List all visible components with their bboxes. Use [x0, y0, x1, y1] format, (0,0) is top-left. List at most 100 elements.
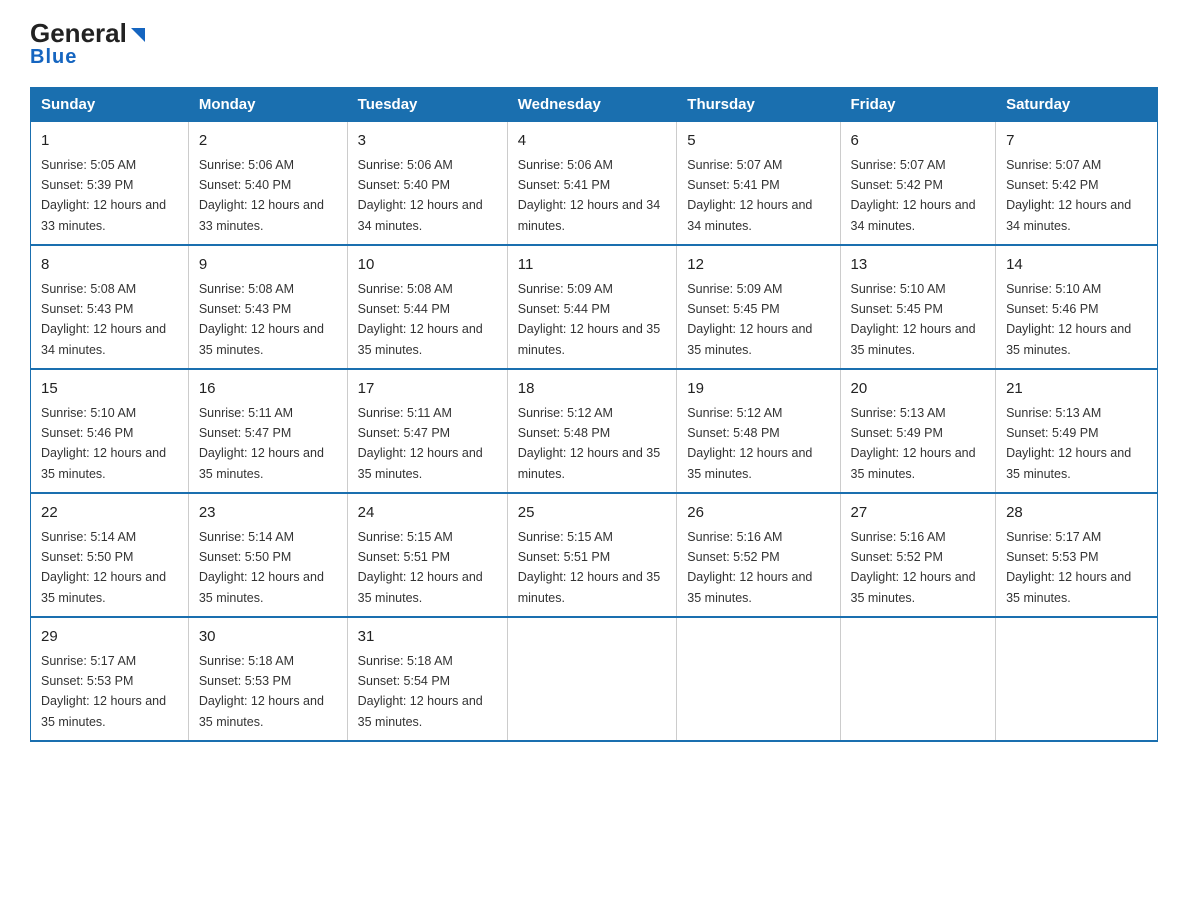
- calendar-cell: 4 Sunrise: 5:06 AMSunset: 5:41 PMDayligh…: [507, 122, 677, 246]
- day-info: Sunrise: 5:18 AMSunset: 5:53 PMDaylight:…: [199, 654, 324, 729]
- day-info: Sunrise: 5:06 AMSunset: 5:40 PMDaylight:…: [199, 158, 324, 233]
- day-info: Sunrise: 5:06 AMSunset: 5:41 PMDaylight:…: [518, 158, 660, 233]
- header-saturday: Saturday: [996, 88, 1158, 122]
- calendar-cell: 14 Sunrise: 5:10 AMSunset: 5:46 PMDaylig…: [996, 245, 1158, 369]
- day-number: 3: [358, 130, 497, 153]
- day-info: Sunrise: 5:12 AMSunset: 5:48 PMDaylight:…: [687, 406, 812, 481]
- day-info: Sunrise: 5:15 AMSunset: 5:51 PMDaylight:…: [518, 530, 660, 605]
- day-info: Sunrise: 5:13 AMSunset: 5:49 PMDaylight:…: [851, 406, 976, 481]
- day-info: Sunrise: 5:06 AMSunset: 5:40 PMDaylight:…: [358, 158, 483, 233]
- day-number: 23: [199, 502, 337, 525]
- day-info: Sunrise: 5:14 AMSunset: 5:50 PMDaylight:…: [41, 530, 166, 605]
- calendar-cell: 17 Sunrise: 5:11 AMSunset: 5:47 PMDaylig…: [347, 369, 507, 493]
- calendar-cell: [840, 617, 996, 741]
- day-number: 26: [687, 502, 829, 525]
- logo-blue-text: Blue: [30, 46, 77, 68]
- header-thursday: Thursday: [677, 88, 840, 122]
- header-monday: Monday: [188, 88, 347, 122]
- day-number: 4: [518, 130, 667, 153]
- calendar-cell: 5 Sunrise: 5:07 AMSunset: 5:41 PMDayligh…: [677, 122, 840, 246]
- day-number: 11: [518, 254, 667, 277]
- header-wednesday: Wednesday: [507, 88, 677, 122]
- day-number: 5: [687, 130, 829, 153]
- day-info: Sunrise: 5:18 AMSunset: 5:54 PMDaylight:…: [358, 654, 483, 729]
- calendar-cell: 7 Sunrise: 5:07 AMSunset: 5:42 PMDayligh…: [996, 122, 1158, 246]
- day-number: 16: [199, 378, 337, 401]
- logo: General Blue: [30, 20, 145, 69]
- day-number: 12: [687, 254, 829, 277]
- calendar-cell: 18 Sunrise: 5:12 AMSunset: 5:48 PMDaylig…: [507, 369, 677, 493]
- calendar-week-row: 29 Sunrise: 5:17 AMSunset: 5:53 PMDaylig…: [31, 617, 1158, 741]
- logo-triangle-icon: [127, 24, 145, 42]
- calendar-cell: 16 Sunrise: 5:11 AMSunset: 5:47 PMDaylig…: [188, 369, 347, 493]
- calendar-week-row: 8 Sunrise: 5:08 AMSunset: 5:43 PMDayligh…: [31, 245, 1158, 369]
- day-number: 13: [851, 254, 986, 277]
- calendar-cell: 30 Sunrise: 5:18 AMSunset: 5:53 PMDaylig…: [188, 617, 347, 741]
- calendar-cell: 6 Sunrise: 5:07 AMSunset: 5:42 PMDayligh…: [840, 122, 996, 246]
- calendar-cell: 28 Sunrise: 5:17 AMSunset: 5:53 PMDaylig…: [996, 493, 1158, 617]
- calendar-header-row: SundayMondayTuesdayWednesdayThursdayFrid…: [31, 88, 1158, 122]
- calendar-cell: 8 Sunrise: 5:08 AMSunset: 5:43 PMDayligh…: [31, 245, 189, 369]
- calendar-week-row: 1 Sunrise: 5:05 AMSunset: 5:39 PMDayligh…: [31, 122, 1158, 246]
- day-number: 8: [41, 254, 178, 277]
- calendar-cell: 20 Sunrise: 5:13 AMSunset: 5:49 PMDaylig…: [840, 369, 996, 493]
- day-number: 24: [358, 502, 497, 525]
- calendar-cell: 29 Sunrise: 5:17 AMSunset: 5:53 PMDaylig…: [31, 617, 189, 741]
- day-info: Sunrise: 5:12 AMSunset: 5:48 PMDaylight:…: [518, 406, 660, 481]
- calendar-cell: 3 Sunrise: 5:06 AMSunset: 5:40 PMDayligh…: [347, 122, 507, 246]
- day-info: Sunrise: 5:07 AMSunset: 5:42 PMDaylight:…: [1006, 158, 1131, 233]
- day-number: 28: [1006, 502, 1147, 525]
- day-info: Sunrise: 5:08 AMSunset: 5:44 PMDaylight:…: [358, 282, 483, 357]
- day-number: 2: [199, 130, 337, 153]
- day-number: 27: [851, 502, 986, 525]
- calendar-cell: 1 Sunrise: 5:05 AMSunset: 5:39 PMDayligh…: [31, 122, 189, 246]
- calendar-cell: 27 Sunrise: 5:16 AMSunset: 5:52 PMDaylig…: [840, 493, 996, 617]
- calendar-cell: [677, 617, 840, 741]
- day-info: Sunrise: 5:14 AMSunset: 5:50 PMDaylight:…: [199, 530, 324, 605]
- day-info: Sunrise: 5:05 AMSunset: 5:39 PMDaylight:…: [41, 158, 166, 233]
- day-number: 1: [41, 130, 178, 153]
- day-info: Sunrise: 5:11 AMSunset: 5:47 PMDaylight:…: [358, 406, 483, 481]
- day-info: Sunrise: 5:16 AMSunset: 5:52 PMDaylight:…: [851, 530, 976, 605]
- day-number: 20: [851, 378, 986, 401]
- header-tuesday: Tuesday: [347, 88, 507, 122]
- day-info: Sunrise: 5:16 AMSunset: 5:52 PMDaylight:…: [687, 530, 812, 605]
- day-number: 21: [1006, 378, 1147, 401]
- calendar-cell: 13 Sunrise: 5:10 AMSunset: 5:45 PMDaylig…: [840, 245, 996, 369]
- calendar-cell: 15 Sunrise: 5:10 AMSunset: 5:46 PMDaylig…: [31, 369, 189, 493]
- day-number: 22: [41, 502, 178, 525]
- day-info: Sunrise: 5:09 AMSunset: 5:45 PMDaylight:…: [687, 282, 812, 357]
- day-number: 19: [687, 378, 829, 401]
- calendar-cell: 10 Sunrise: 5:08 AMSunset: 5:44 PMDaylig…: [347, 245, 507, 369]
- day-info: Sunrise: 5:10 AMSunset: 5:45 PMDaylight:…: [851, 282, 976, 357]
- day-number: 25: [518, 502, 667, 525]
- calendar-cell: 26 Sunrise: 5:16 AMSunset: 5:52 PMDaylig…: [677, 493, 840, 617]
- calendar-table: SundayMondayTuesdayWednesdayThursdayFrid…: [30, 87, 1158, 742]
- calendar-cell: 31 Sunrise: 5:18 AMSunset: 5:54 PMDaylig…: [347, 617, 507, 741]
- day-number: 14: [1006, 254, 1147, 277]
- day-number: 9: [199, 254, 337, 277]
- day-info: Sunrise: 5:13 AMSunset: 5:49 PMDaylight:…: [1006, 406, 1131, 481]
- calendar-cell: 22 Sunrise: 5:14 AMSunset: 5:50 PMDaylig…: [31, 493, 189, 617]
- calendar-cell: [507, 617, 677, 741]
- day-info: Sunrise: 5:07 AMSunset: 5:42 PMDaylight:…: [851, 158, 976, 233]
- header-friday: Friday: [840, 88, 996, 122]
- day-info: Sunrise: 5:11 AMSunset: 5:47 PMDaylight:…: [199, 406, 324, 481]
- day-info: Sunrise: 5:08 AMSunset: 5:43 PMDaylight:…: [199, 282, 324, 357]
- calendar-cell: 23 Sunrise: 5:14 AMSunset: 5:50 PMDaylig…: [188, 493, 347, 617]
- calendar-cell: 12 Sunrise: 5:09 AMSunset: 5:45 PMDaylig…: [677, 245, 840, 369]
- day-number: 30: [199, 626, 337, 649]
- day-info: Sunrise: 5:07 AMSunset: 5:41 PMDaylight:…: [687, 158, 812, 233]
- calendar-cell: 9 Sunrise: 5:08 AMSunset: 5:43 PMDayligh…: [188, 245, 347, 369]
- calendar-week-row: 15 Sunrise: 5:10 AMSunset: 5:46 PMDaylig…: [31, 369, 1158, 493]
- day-info: Sunrise: 5:10 AMSunset: 5:46 PMDaylight:…: [1006, 282, 1131, 357]
- calendar-cell: 11 Sunrise: 5:09 AMSunset: 5:44 PMDaylig…: [507, 245, 677, 369]
- calendar-cell: 21 Sunrise: 5:13 AMSunset: 5:49 PMDaylig…: [996, 369, 1158, 493]
- day-number: 7: [1006, 130, 1147, 153]
- day-number: 29: [41, 626, 178, 649]
- day-number: 17: [358, 378, 497, 401]
- day-info: Sunrise: 5:10 AMSunset: 5:46 PMDaylight:…: [41, 406, 166, 481]
- day-number: 15: [41, 378, 178, 401]
- day-info: Sunrise: 5:15 AMSunset: 5:51 PMDaylight:…: [358, 530, 483, 605]
- calendar-week-row: 22 Sunrise: 5:14 AMSunset: 5:50 PMDaylig…: [31, 493, 1158, 617]
